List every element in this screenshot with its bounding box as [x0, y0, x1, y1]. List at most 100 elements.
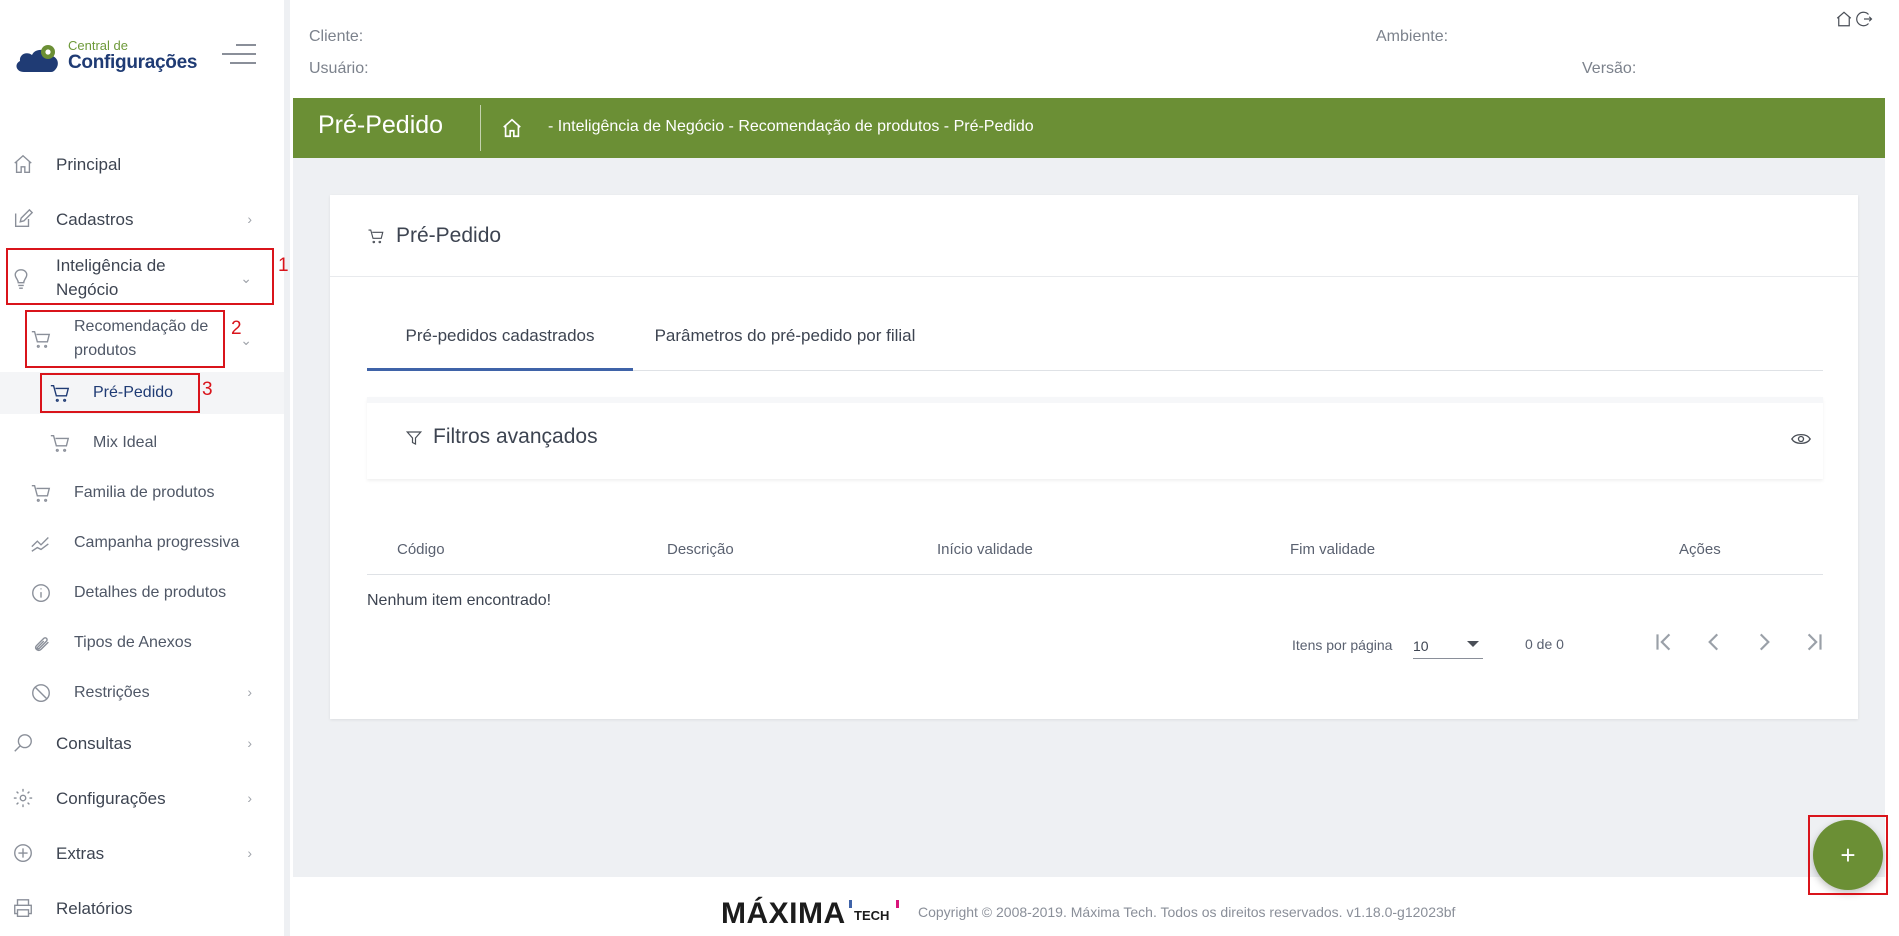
items-per-page-select[interactable]: 10	[1413, 629, 1483, 659]
lightbulb-icon	[10, 268, 32, 290]
title-divider	[480, 105, 481, 151]
sidebar-item-label: Familia de produtos	[74, 484, 215, 501]
sidebar-item-restricoes[interactable]: Restrições ›	[0, 678, 284, 708]
sidebar-item-label: Recomendação de produtos	[74, 318, 209, 359]
copyright-text: Copyright © 2008-2019. Máxima Tech. Todo…	[918, 904, 1456, 920]
cliente-label: Cliente:	[309, 28, 364, 45]
sidebar-item-label: Consultas	[56, 734, 132, 753]
annotation-marker-2: 2	[231, 318, 242, 339]
sidebar-item-familia-de-produtos[interactable]: Familia de produtos	[0, 478, 284, 508]
logout-icon[interactable]	[1855, 10, 1873, 33]
last-page-icon[interactable]	[1801, 629, 1831, 659]
logo-line2: Configurações	[68, 52, 198, 73]
sidebar-item-relatorios[interactable]: Relatórios	[0, 893, 284, 923]
sidebar-item-label: Tipos de Anexos	[74, 634, 192, 651]
chevron-down-icon: ⌄	[240, 270, 252, 286]
tab-pre-pedidos-cadastrados[interactable]: Pré-pedidos cadastrados	[367, 321, 633, 371]
sidebar-item-tipos-de-anexos[interactable]: Tipos de Anexos	[0, 628, 284, 658]
items-per-page-value: 10	[1413, 638, 1429, 654]
sidebar-item-detalhes-de-produtos[interactable]: Detalhes de produtos	[0, 578, 284, 608]
card-title: Pré-Pedido	[396, 224, 502, 247]
sidebar-item-label: Pré-Pedido	[93, 384, 174, 401]
page-title-bar: Pré-Pedido - Inteligência de Negócio - R…	[293, 98, 1885, 158]
annotation-marker-3: 3	[202, 379, 213, 400]
chevron-right-icon: ›	[247, 790, 252, 806]
filter-icon	[405, 429, 423, 452]
empty-table-message: Nenhum item encontrado!	[367, 592, 552, 609]
sidebar-item-configuracoes[interactable]: Configurações ›	[0, 783, 284, 813]
block-icon	[30, 682, 52, 704]
menu-toggle-icon[interactable]	[222, 42, 256, 66]
edit-icon	[12, 208, 34, 230]
top-icons	[1835, 10, 1873, 33]
app-logo[interactable]: Central de Configurações	[14, 36, 197, 76]
sidebar-item-consultas[interactable]: Consultas ›	[0, 728, 284, 758]
sidebar-item-cadastros[interactable]: Cadastros ›	[0, 205, 284, 235]
paginator: Itens por página 10 0 de 0	[367, 625, 1823, 665]
brand-name: MÁXIMA	[721, 897, 846, 930]
tab-bar: Pré-pedidos cadastrados Parâmetros do pr…	[367, 321, 1823, 371]
cart-icon	[30, 482, 52, 504]
cart-icon	[49, 382, 71, 404]
pre-pedido-card: Pré-Pedido Pré-pedidos cadastrados Parâm…	[330, 195, 1858, 719]
chevron-down-icon: ⌄	[240, 332, 252, 348]
logo-line1: Central de	[68, 38, 128, 53]
gear-icon	[12, 787, 34, 809]
chevron-right-icon: ›	[247, 735, 252, 751]
versao-label: Versão:	[1582, 60, 1637, 77]
sidebar-item-label: Principal	[56, 155, 122, 174]
sidebar-item-principal[interactable]: Principal	[0, 150, 284, 180]
sidebar-item-label: Mix Ideal	[93, 434, 158, 451]
column-header-fim-validade[interactable]: Fim validade	[1290, 541, 1375, 558]
cart-icon	[367, 227, 385, 250]
chevron-right-icon: ›	[247, 684, 252, 700]
main-content: Pré-Pedido - Inteligência de Negócio - R…	[293, 98, 1885, 877]
cloud-gear-logo-icon	[16, 45, 58, 72]
sidebar-item-inteligencia-de-negocio[interactable]: Inteligência de Negócio ⌄	[0, 250, 284, 302]
paperclip-icon	[30, 632, 52, 654]
sidebar-item-campanha-progressiva[interactable]: Campanha progressiva	[0, 528, 284, 558]
first-page-icon[interactable]	[1651, 629, 1681, 659]
advanced-filters-panel[interactable]: Filtros avançados	[367, 397, 1823, 479]
ambiente-label: Ambiente:	[1376, 28, 1449, 45]
home-icon	[12, 153, 34, 175]
tab-parametros-por-filial[interactable]: Parâmetros do pré-pedido por filial	[633, 321, 937, 371]
home-icon[interactable]	[1835, 10, 1853, 33]
sidebar-item-label: Relatórios	[56, 899, 133, 918]
breadcrumb-home-icon[interactable]	[501, 117, 523, 144]
sidebar-item-label: Campanha progressiva	[74, 534, 240, 551]
next-page-icon[interactable]	[1751, 629, 1781, 659]
breadcrumb[interactable]: - Inteligência de Negócio - Recomendação…	[548, 118, 1034, 136]
add-pre-pedido-button[interactable]: +	[1813, 820, 1883, 890]
brand-suffix: TECH	[854, 908, 890, 923]
column-header-acoes: Ações	[1679, 541, 1721, 558]
card-header: Pré-Pedido	[330, 195, 1858, 277]
sidebar-item-pre-pedido[interactable]: Pré-Pedido	[0, 372, 284, 414]
sidebar-item-label: Configurações	[56, 789, 166, 808]
column-header-codigo[interactable]: Código	[397, 541, 445, 558]
sidebar-item-label: Restrições	[74, 684, 150, 701]
column-header-descricao[interactable]: Descrição	[667, 541, 734, 558]
table-header: Código Descrição Início validade Fim val…	[367, 525, 1823, 575]
sidebar-item-mix-ideal[interactable]: Mix Ideal	[0, 428, 284, 458]
sidebar-item-label: Extras	[56, 844, 105, 863]
logo-accent-bar	[849, 900, 852, 908]
eye-icon[interactable]	[1791, 431, 1811, 452]
trend-icon	[30, 532, 52, 554]
chevron-right-icon: ›	[247, 845, 252, 861]
search-icon	[12, 732, 34, 754]
cart-icon	[49, 432, 71, 454]
top-header: Cliente: Usuário: Ambiente: Versão:	[296, 0, 1899, 98]
printer-icon	[12, 897, 34, 919]
chevron-right-icon: ›	[247, 211, 252, 227]
plus-circle-icon	[12, 842, 34, 864]
page-range-label: 0 de 0	[1525, 636, 1564, 652]
info-icon	[30, 582, 52, 604]
sidebar-item-extras[interactable]: Extras ›	[0, 838, 284, 868]
column-header-inicio-validade[interactable]: Início validade	[937, 541, 1033, 558]
footer: MÁXIMA TECH Copyright © 2008-2019. Máxim…	[293, 877, 1885, 936]
cart-icon	[30, 328, 52, 350]
sidebar-item-label: Detalhes de produtos	[74, 584, 227, 601]
sidebar: Central de Configurações Principal Cadas…	[0, 0, 290, 936]
previous-page-icon[interactable]	[1701, 629, 1731, 659]
